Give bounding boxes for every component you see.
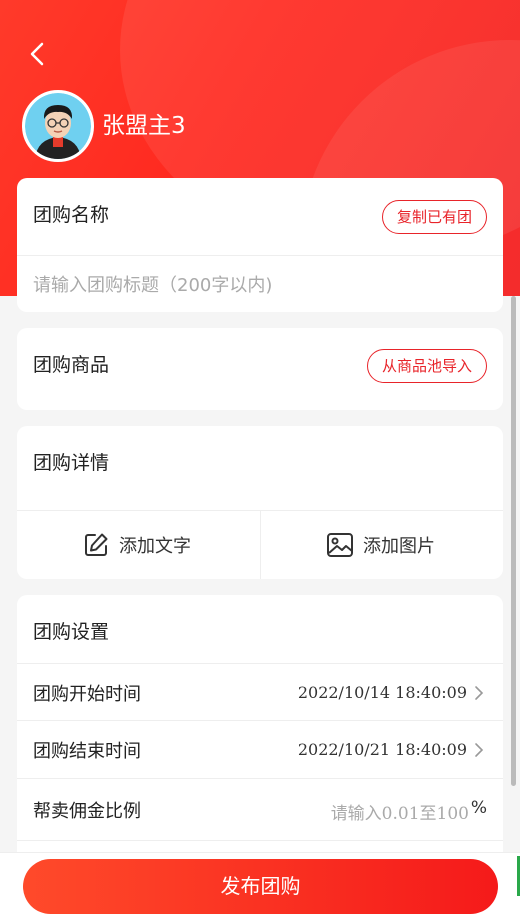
group-detail-title: 团购详情 (33, 452, 110, 474)
chevron-right-icon (475, 686, 484, 700)
group-goods-title: 团购商品 (33, 354, 110, 376)
chevron-right-icon (475, 743, 484, 757)
publish-group-button[interactable]: 发布团购 (23, 859, 498, 914)
add-text-button[interactable]: 添加文字 (17, 511, 260, 579)
avatar[interactable] (22, 90, 94, 162)
divider (17, 840, 503, 841)
end-time-label: 团购结束时间 (33, 741, 141, 762)
user-avatar-icon (25, 93, 91, 159)
import-from-pool-button[interactable]: 从商品池导入 (366, 349, 487, 383)
commission-label: 帮卖佣金比例 (33, 801, 141, 822)
start-time-row[interactable]: 团购开始时间 2022/10/14 18:40:09 (17, 663, 503, 721)
copy-existing-group-button[interactable]: 复制已有团 (381, 200, 487, 234)
add-text-label: 添加文字 (119, 536, 191, 557)
commission-input[interactable]: 请输入0.01至100 (331, 799, 469, 824)
back-chevron-icon[interactable] (22, 36, 52, 72)
group-name-card: 团购名称 复制已有团 请输入团购标题（200字以内) (17, 178, 503, 312)
scrollbar[interactable] (511, 296, 516, 786)
group-settings-title: 团购设置 (33, 621, 110, 643)
commission-row: 帮卖佣金比例 请输入0.01至100 % (17, 778, 503, 840)
group-detail-card: 团购详情 添加文字 添加图片 (17, 426, 503, 579)
group-goods-card: 团购商品 从商品池导入 (17, 328, 503, 410)
add-image-label: 添加图片 (363, 536, 435, 557)
divider (17, 255, 503, 256)
percent-unit: % (470, 798, 487, 818)
add-image-button[interactable]: 添加图片 (261, 511, 503, 579)
end-time-row[interactable]: 团购结束时间 2022/10/21 18:40:09 (17, 720, 503, 778)
group-name-title: 团购名称 (33, 204, 110, 226)
start-time-label: 团购开始时间 (33, 684, 141, 705)
end-time-value: 2022/10/21 18:40:09 (297, 740, 467, 759)
group-settings-card: 团购设置 团购开始时间 2022/10/14 18:40:09 团购结束时间 2… (17, 595, 503, 852)
edit-icon (85, 533, 108, 556)
image-icon (327, 533, 353, 557)
start-time-value: 2022/10/14 18:40:09 (297, 683, 467, 702)
username: 张盟主3 (102, 113, 186, 139)
group-title-input[interactable]: 请输入团购标题（200字以内) (33, 271, 272, 297)
